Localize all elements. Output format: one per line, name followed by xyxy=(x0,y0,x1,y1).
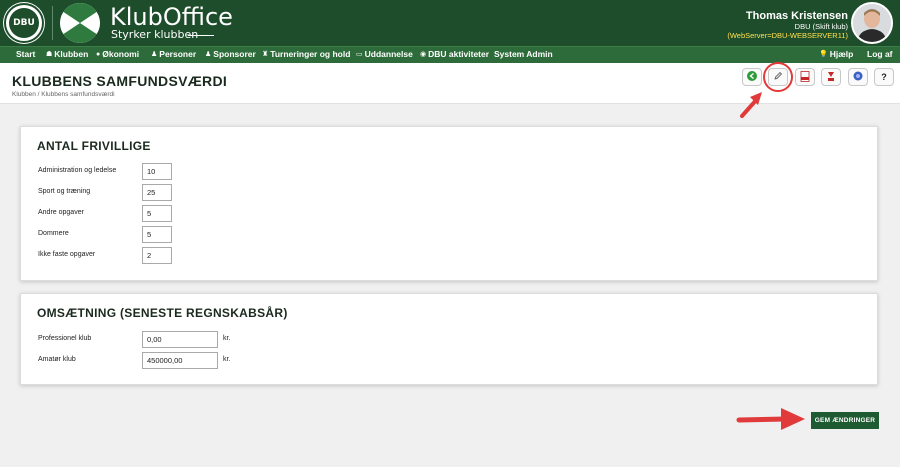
header-divider xyxy=(52,6,53,40)
dbu-logo-text: DBU xyxy=(9,8,39,38)
volunteers-title: ANTAL FRIVILLIGE xyxy=(37,139,151,153)
nav-item-label: Klubben xyxy=(54,49,89,59)
monitor-icon: ▭ xyxy=(356,51,363,58)
nav-item-label: Turneringer og hold xyxy=(270,49,351,59)
professional-club-input[interactable] xyxy=(142,331,218,348)
unit-label: kr. xyxy=(223,356,231,363)
annotation-arrow-icon xyxy=(736,408,805,430)
nav-item-personer[interactable]: ♟ Personer xyxy=(151,49,196,59)
brand-tagline: Styrker klubben xyxy=(111,28,199,41)
info-icon xyxy=(853,71,863,83)
user-name: Thomas Kristensen xyxy=(745,10,848,22)
save-changes-button[interactable]: GEM ÆNDRINGER xyxy=(811,412,879,429)
admin-input[interactable] xyxy=(142,163,172,180)
nav-item-system-admin[interactable]: System Admin xyxy=(494,49,553,59)
back-button[interactable] xyxy=(742,68,762,86)
breadcrumb[interactable]: Klubben / Klubbens samfundsværdi xyxy=(12,91,115,98)
pdf-button[interactable] xyxy=(795,68,815,86)
server-info: (WebServer=DBU-WEBSERVER11) xyxy=(727,31,848,40)
nav-item-label: Sponsorer xyxy=(213,49,256,59)
lightbulb-icon: 💡 xyxy=(819,51,828,58)
field-label: Administration og ledelse xyxy=(38,167,117,174)
nav-logout[interactable]: Log af xyxy=(867,49,893,59)
brand-name: KlubOffice xyxy=(110,3,233,31)
field-label: Andre opgaver xyxy=(38,209,84,216)
annotation-arrow-icon xyxy=(740,92,762,118)
nav-logout-label: Log af xyxy=(867,49,893,59)
sport-input[interactable] xyxy=(142,184,172,201)
coins-icon: ● xyxy=(96,50,101,58)
field-label: Ikke faste opgaver xyxy=(38,251,96,258)
person-icon: ♟ xyxy=(151,51,158,58)
nav-item-label: Personer xyxy=(159,49,197,59)
help-icon: ? xyxy=(881,72,887,82)
field-label: Amatør klub xyxy=(38,356,76,363)
unit-label: kr. xyxy=(223,335,231,342)
dbu-logo[interactable]: DBU xyxy=(4,3,44,43)
main-nav: Start ☗ Klubben ● Økonomi ♟ Personer ♟ S… xyxy=(0,46,900,63)
field-label: Professionel klub xyxy=(38,335,92,342)
nav-help[interactable]: 💡 Hjælp xyxy=(819,49,853,59)
other-tasks-input[interactable] xyxy=(142,205,172,222)
users-icon: ☗ xyxy=(46,51,53,58)
nav-item-uddannelse[interactable]: ▭ Uddannelse xyxy=(356,49,413,59)
volunteers-panel: ANTAL FRIVILLIGE Administration og ledel… xyxy=(20,126,878,281)
nav-item-okonomi[interactable]: ● Økonomi xyxy=(96,49,139,59)
switch-club-link[interactable]: DBU (Skift klub) xyxy=(795,22,848,31)
tagline-underline xyxy=(188,35,214,36)
trophy-icon: ♜ xyxy=(262,51,269,58)
amateur-club-input[interactable] xyxy=(142,352,218,369)
nav-item-label: Start xyxy=(16,49,36,59)
revenue-panel: OMSÆTNING (SENESTE REGNSKABSÅR) Professi… xyxy=(20,293,878,385)
nav-item-label: System Admin xyxy=(494,49,553,59)
nav-item-klubben[interactable]: ☗ Klubben xyxy=(46,49,88,59)
group-icon: ♟ xyxy=(205,51,212,58)
back-icon xyxy=(747,71,757,83)
app-header: DBU KlubOffice Styrker klubben Thomas Kr… xyxy=(0,0,900,46)
football-icon: ◉ xyxy=(420,51,427,58)
pdf-export-icon xyxy=(826,71,836,84)
nav-item-label: Uddannelse xyxy=(364,49,413,59)
nav-help-label: Hjælp xyxy=(829,49,854,59)
nav-item-turneringer[interactable]: ♜ Turneringer og hold xyxy=(262,49,350,59)
help-button[interactable]: ? xyxy=(874,68,894,86)
pdf-export-button[interactable] xyxy=(821,68,841,86)
nav-item-label: Økonomi xyxy=(102,49,140,59)
nav-item-label: DBU aktiviteter xyxy=(428,49,490,59)
field-label: Sport og træning xyxy=(38,188,91,195)
avatar[interactable] xyxy=(851,2,893,44)
non-fixed-tasks-input[interactable] xyxy=(142,247,172,264)
info-button[interactable] xyxy=(848,68,868,86)
field-label: Dommere xyxy=(38,230,69,237)
revenue-title: OMSÆTNING (SENESTE REGNSKABSÅR) xyxy=(37,306,288,320)
kluboffice-logo-icon[interactable] xyxy=(60,3,100,43)
nav-item-start[interactable]: Start xyxy=(16,49,35,59)
nav-item-sponsorer[interactable]: ♟ Sponsorer xyxy=(205,49,256,59)
referees-input[interactable] xyxy=(142,226,172,243)
pdf-icon xyxy=(800,70,810,84)
nav-item-dbu-aktiviteter[interactable]: ◉ DBU aktiviteter xyxy=(420,49,489,59)
page-title: KLUBBENS SAMFUNDSVÆRDI xyxy=(12,73,228,89)
